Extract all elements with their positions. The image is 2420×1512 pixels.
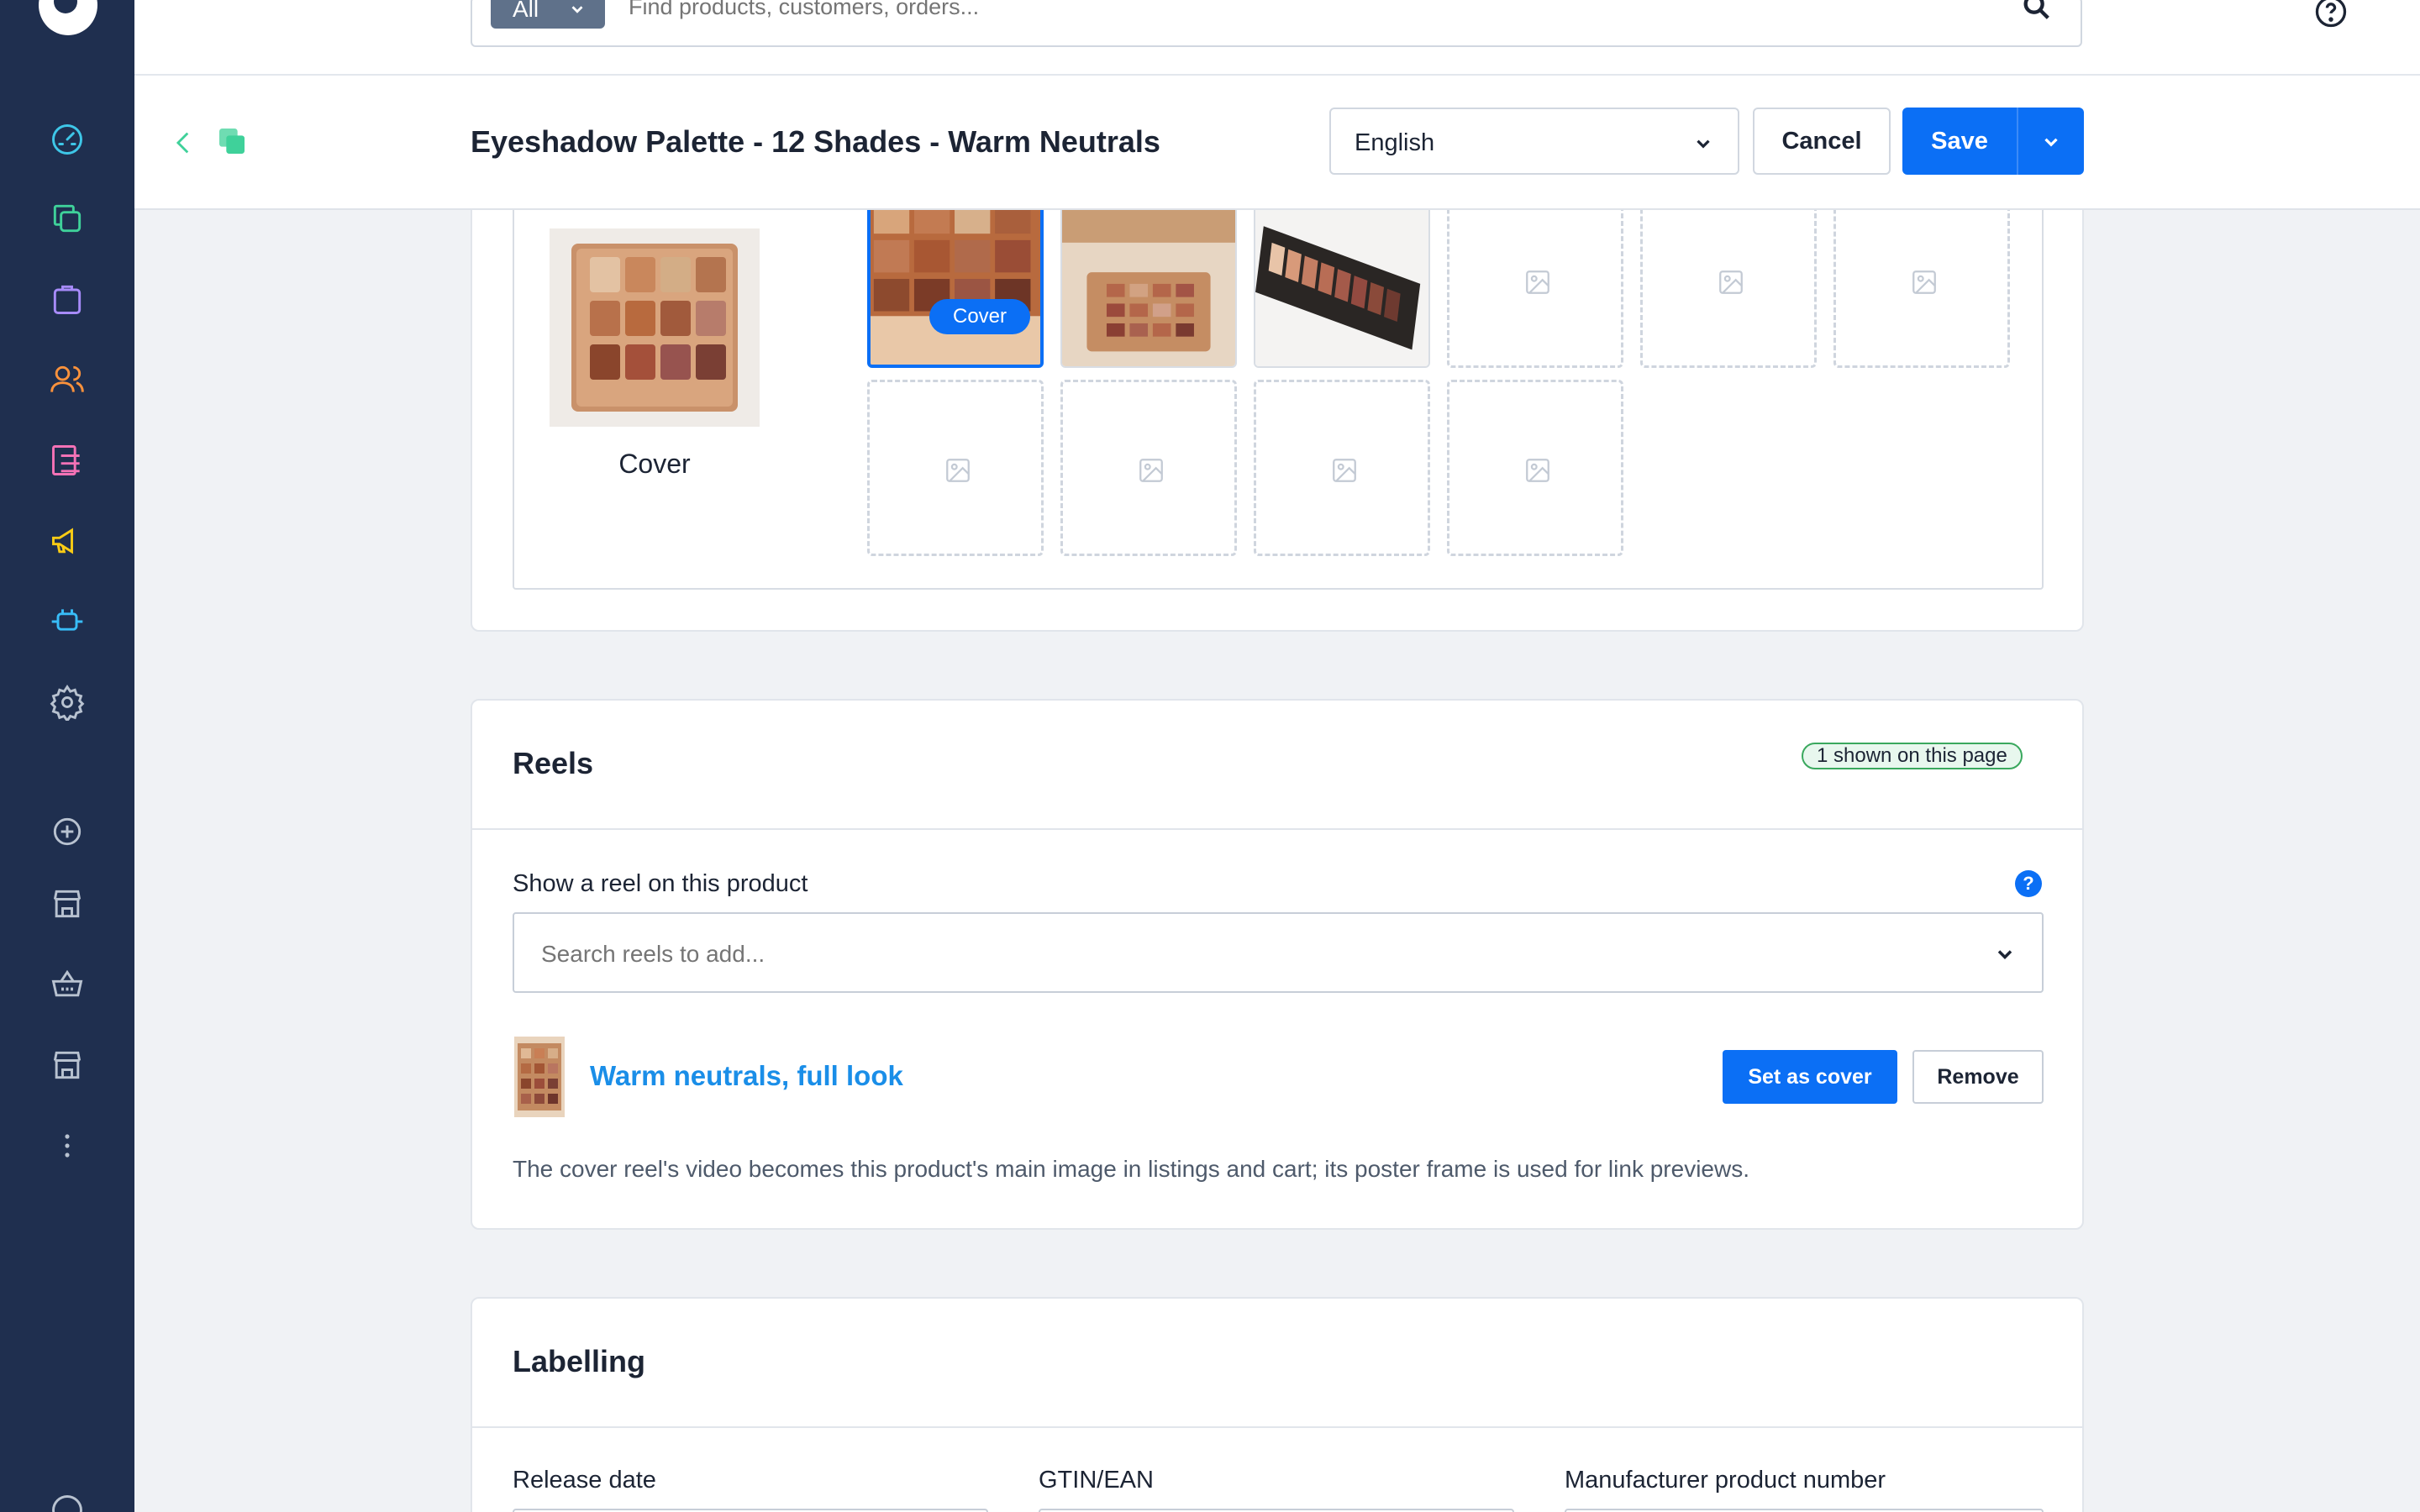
dashboard-icon[interactable] xyxy=(49,121,86,158)
marketing-icon[interactable] xyxy=(49,522,86,559)
reel-thumbnail xyxy=(514,1037,565,1117)
release-date-label: Release date xyxy=(513,1467,656,1494)
media-placeholder[interactable] xyxy=(1833,192,2010,368)
reel-search-input[interactable] xyxy=(541,937,1886,971)
mpn-field[interactable] xyxy=(1565,1509,2044,1512)
chevron-down-icon xyxy=(571,6,583,13)
page-title: Eyeshadow Palette - 12 Shades - Warm Neu… xyxy=(471,124,1160,159)
catalogues-icon[interactable] xyxy=(49,200,86,237)
mpn-label: Manufacturer product number xyxy=(1565,1467,1886,1494)
orders-icon[interactable] xyxy=(49,281,86,318)
cover-image[interactable] xyxy=(550,228,760,427)
reel-help-text: The cover reel's video becomes this prod… xyxy=(513,1156,1749,1182)
settings-icon[interactable] xyxy=(49,684,86,723)
logo[interactable] xyxy=(39,0,97,35)
cancel-button[interactable]: Cancel xyxy=(1753,108,1891,175)
search-input[interactable] xyxy=(629,0,1973,22)
labelling-card: Labelling Release date GTIN/EAN Manufact… xyxy=(471,1297,2084,1512)
content-icon[interactable] xyxy=(49,442,86,479)
media-thumb-3[interactable] xyxy=(1254,192,1430,368)
labelling-card-header: Labelling xyxy=(472,1299,2082,1428)
language-value: English xyxy=(1355,129,1435,156)
save-button[interactable]: Save xyxy=(1902,108,2017,175)
user-menu-icon[interactable] xyxy=(49,1492,86,1512)
media-thumb-1[interactable]: Cover xyxy=(867,192,1044,368)
image-placeholder-icon xyxy=(1333,459,1356,482)
top-bar: All xyxy=(134,0,2420,76)
image-placeholder-icon xyxy=(946,459,970,482)
release-date-field[interactable] xyxy=(513,1509,988,1512)
shown-badge: 1 shown on this page xyxy=(1802,743,2023,769)
image-placeholder-icon xyxy=(1912,270,1936,294)
language-select[interactable]: English xyxy=(1329,108,1739,175)
reel-search-select[interactable] xyxy=(513,912,2044,993)
image-placeholder-icon xyxy=(1139,459,1163,482)
customers-icon[interactable] xyxy=(49,361,86,398)
reels-title: Reels xyxy=(513,746,594,780)
search-icon[interactable] xyxy=(2020,0,2054,24)
help-icon[interactable] xyxy=(2312,0,2349,30)
image-placeholder-icon xyxy=(1526,270,1549,294)
search-scope-label: All xyxy=(513,0,539,22)
media-placeholder[interactable] xyxy=(1060,380,1237,556)
gtin-field[interactable] xyxy=(1039,1509,1514,1512)
more-icon[interactable] xyxy=(49,1127,86,1164)
labelling-title: Labelling xyxy=(513,1344,646,1378)
help-tooltip-icon[interactable]: ? xyxy=(2015,870,2042,897)
reel-title-link[interactable]: Warm neutrals, full look xyxy=(590,1060,903,1092)
remove-button[interactable]: Remove xyxy=(1912,1050,2044,1104)
chevron-down-icon xyxy=(1997,950,2012,959)
page-header: Eyeshadow Palette - 12 Shades - Warm Neu… xyxy=(134,76,2420,210)
set-as-cover-button[interactable]: Set as cover xyxy=(1723,1050,1897,1104)
reels-card-header: Reels 1 shown on this page xyxy=(472,701,2082,830)
chevron-down-icon xyxy=(2044,138,2058,147)
gtin-label: GTIN/EAN xyxy=(1039,1467,1154,1494)
media-gallery: Cover Cover xyxy=(513,192,2044,590)
media-placeholder[interactable] xyxy=(1447,192,1623,368)
media-placeholder[interactable] xyxy=(1254,380,1430,556)
reel-field-label: Show a reel on this product xyxy=(513,870,808,897)
media-card: Cover Cover xyxy=(471,151,2084,632)
media-placeholder[interactable] xyxy=(1640,192,1817,368)
image-placeholder-icon xyxy=(1719,270,1743,294)
reels-card: Reels 1 shown on this page Show a reel o… xyxy=(471,699,2084,1230)
basket-icon[interactable] xyxy=(49,966,86,1003)
chevron-down-icon xyxy=(1697,139,1710,149)
media-placeholder[interactable] xyxy=(867,380,1044,556)
cover-label: Cover xyxy=(618,449,691,479)
media-placeholder[interactable] xyxy=(1447,380,1623,556)
cover-badge: Cover xyxy=(929,299,1031,334)
search-scope-dropdown[interactable]: All xyxy=(491,0,605,29)
sidebar xyxy=(0,0,134,1512)
global-search: All xyxy=(471,0,2082,47)
image-placeholder-icon xyxy=(1526,459,1549,482)
media-thumb-2[interactable] xyxy=(1060,192,1237,368)
storefront-2-icon[interactable] xyxy=(49,1047,86,1084)
save-options-button[interactable] xyxy=(2017,108,2084,175)
storefront-icon[interactable] xyxy=(49,885,86,922)
product-icon xyxy=(219,129,245,154)
back-icon[interactable] xyxy=(170,126,198,160)
add-sales-channel-icon[interactable] xyxy=(49,813,86,850)
extensions-icon[interactable] xyxy=(49,603,86,640)
